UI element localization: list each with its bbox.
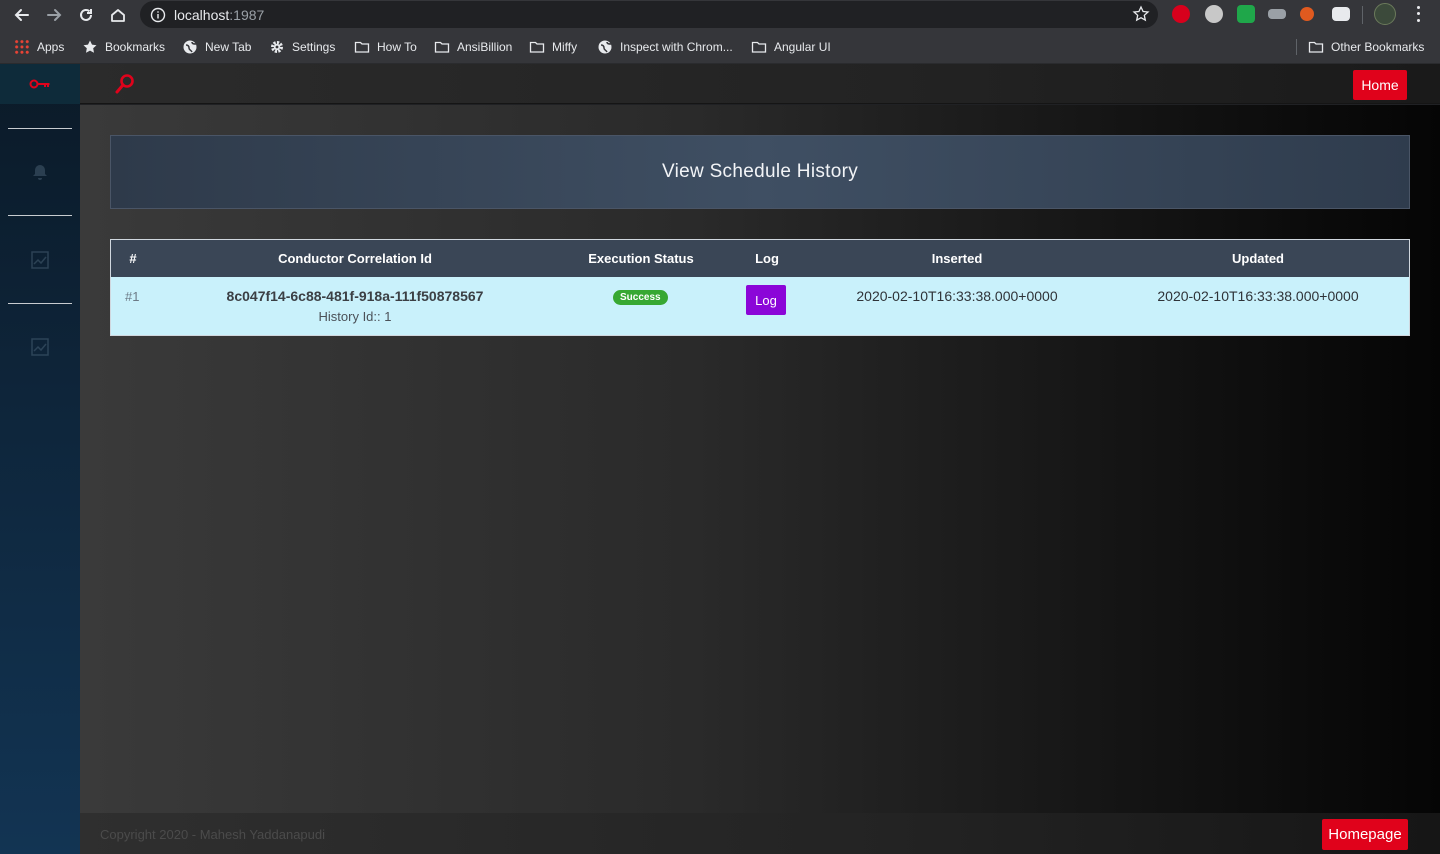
bookmark-label: Settings: [292, 40, 336, 54]
history-id: History Id:: 1: [318, 309, 392, 324]
address-bar[interactable]: localhost:1987: [140, 1, 1158, 28]
back-button[interactable]: [6, 1, 38, 29]
page-title: View Schedule History: [661, 161, 859, 182]
table-row: #1 8c047f14-6c88-481f-918a-111f50878567 …: [111, 277, 1409, 335]
globe-icon: [183, 40, 197, 54]
bookmark-label: New Tab: [205, 40, 252, 54]
folder-icon: [529, 41, 545, 53]
column-header-inserted: Inserted: [931, 251, 983, 266]
forward-arrow-icon: [47, 9, 62, 21]
forward-button[interactable]: [38, 1, 70, 29]
bell-icon[interactable]: [30, 162, 50, 182]
sidebar-divider: [8, 303, 72, 304]
browser-menu-button[interactable]: [1410, 4, 1426, 24]
extension-window-icon[interactable]: [1332, 7, 1350, 21]
folder-icon: [751, 41, 767, 53]
bookmark-new-tab[interactable]: New Tab: [182, 30, 251, 64]
updated-timestamp: 2020-02-10T16:33:38.000+0000: [1157, 288, 1359, 304]
folder-icon: [434, 41, 450, 53]
star-icon: [83, 40, 97, 53]
sidebar: [0, 64, 80, 854]
extension-helmet-icon[interactable]: [1205, 5, 1223, 23]
schedule-history-table: # Conductor Correlation Id Execution Sta…: [110, 239, 1410, 336]
gear-icon: [271, 41, 283, 53]
bookmark-label: How To: [377, 40, 417, 54]
home-nav-button[interactable]: Home: [1353, 70, 1407, 100]
sidebar-divider: [8, 215, 72, 216]
row-index: #1: [125, 289, 140, 304]
bookmark-label: Apps: [37, 40, 65, 54]
bookmark-settings[interactable]: Settings: [269, 30, 335, 64]
column-header-execution-status: Execution Status: [588, 251, 694, 266]
apps-grid-icon: [14, 39, 30, 55]
globe-icon: [598, 40, 612, 54]
browser-toolbar: localhost:1987: [0, 0, 1440, 30]
app-root: Home View Schedule History # Conductor C…: [0, 64, 1440, 854]
bookmark-bookmarks[interactable]: Bookmarks: [82, 30, 165, 64]
bookmark-label: Inspect with Chrom...: [620, 40, 733, 54]
extension-adblock-icon[interactable]: [1172, 5, 1190, 23]
extension-cors-icon[interactable]: [1237, 5, 1255, 23]
top-navbar: Home: [80, 64, 1440, 104]
bookmark-inspect[interactable]: Inspect with Chrom...: [597, 30, 733, 64]
reload-button[interactable]: [70, 1, 102, 29]
bookmarks-divider: [1296, 39, 1297, 55]
folder-icon: [1308, 41, 1324, 53]
extension-json-icon[interactable]: [1268, 9, 1286, 19]
bookmark-star-icon[interactable]: [1132, 5, 1150, 23]
inserted-timestamp: 2020-02-10T16:33:38.000+0000: [856, 288, 1058, 304]
profile-avatar[interactable]: [1374, 3, 1396, 25]
url-host: localhost: [174, 6, 230, 23]
sidebar-divider: [8, 128, 72, 129]
column-header-correlation-id: Conductor Correlation Id: [278, 251, 432, 266]
back-arrow-icon: [14, 9, 29, 21]
extension-fox-icon[interactable]: [1300, 7, 1314, 21]
table-header-row: # Conductor Correlation Id Execution Sta…: [111, 240, 1409, 277]
bookmarks-bar: Apps Bookmarks New Tab Settings How To A…: [0, 30, 1440, 64]
bookmark-how-to[interactable]: How To: [354, 30, 417, 64]
bookmark-angular-ui[interactable]: Angular UI: [751, 30, 831, 64]
bookmark-label: Other Bookmarks: [1331, 40, 1425, 54]
bookmark-apps[interactable]: Apps: [14, 30, 64, 64]
homepage-button[interactable]: Homepage: [1322, 819, 1408, 850]
copyright-text: Copyright 2020 - Mahesh Yaddanapudi: [100, 827, 326, 842]
toolbar-divider: [1362, 6, 1363, 24]
bookmark-label: AnsiBillion: [457, 40, 513, 54]
key-logo-icon: [29, 79, 50, 89]
chart-image-icon[interactable]: [30, 250, 50, 270]
bookmark-ansibillion[interactable]: AnsiBillion: [434, 30, 512, 64]
search-icon[interactable]: [114, 73, 136, 95]
footer: Copyright 2020 - Mahesh Yaddanapudi Home…: [80, 813, 1440, 854]
home-icon: [111, 9, 125, 22]
chart-image-icon[interactable]: [30, 337, 50, 357]
main-content: View Schedule History # Conductor Correl…: [80, 105, 1440, 813]
column-header-log: Log: [755, 251, 779, 266]
folder-icon: [354, 41, 370, 53]
correlation-id: 8c047f14-6c88-481f-918a-111f50878567: [226, 288, 484, 304]
bookmark-label: Angular UI: [774, 40, 831, 54]
home-button[interactable]: [102, 1, 134, 29]
page-header-card: View Schedule History: [110, 135, 1410, 209]
bookmark-label: Bookmarks: [105, 40, 166, 54]
column-header-index: #: [129, 251, 137, 266]
status-badge: Success: [613, 290, 668, 305]
bookmark-other[interactable]: Other Bookmarks: [1308, 30, 1424, 64]
url-text: localhost:1987: [174, 7, 264, 23]
log-button[interactable]: Log: [746, 285, 786, 315]
bookmark-label: Miffy: [552, 40, 578, 54]
app-logo[interactable]: [0, 64, 80, 104]
reload-icon: [80, 8, 92, 21]
column-header-updated: Updated: [1232, 251, 1284, 266]
bookmark-miffy[interactable]: Miffy: [529, 30, 577, 64]
info-icon[interactable]: [150, 7, 166, 23]
url-port: :1987: [229, 6, 265, 23]
